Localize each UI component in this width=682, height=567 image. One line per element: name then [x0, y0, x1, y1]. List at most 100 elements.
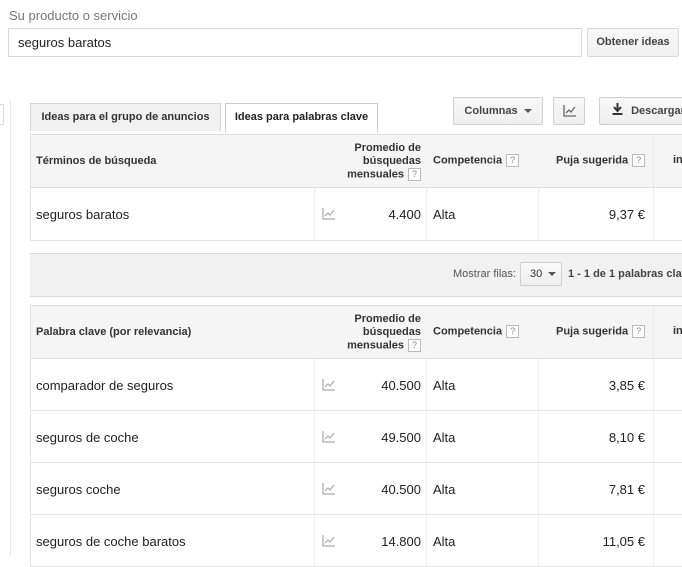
competition-value: Alta: [433, 207, 456, 222]
column-divider: [653, 306, 654, 358]
column-divider: [538, 359, 539, 410]
left-frame-line: [10, 100, 11, 556]
header-bid-label: Puja sugerida: [556, 325, 629, 338]
column-divider: [538, 188, 539, 240]
table-row[interactable]: comparador de seguros 40.500 Alta 3,85 €: [31, 359, 682, 411]
header-avg-monthly-searches[interactable]: Promedio de búsquedas mensuales?: [331, 313, 421, 352]
header-keyword-relevance[interactable]: Palabra clave (por relevancia): [36, 326, 191, 338]
header-avg-line3: mensuales: [347, 339, 404, 352]
download-button[interactable]: Descargar: [599, 97, 682, 125]
table-row[interactable]: seguros de coche 49.500 Alta 8,10 €: [31, 411, 682, 463]
column-divider: [653, 359, 654, 410]
header-competition-label: Competencia: [433, 325, 503, 338]
keyword-text: comparador de seguros: [36, 378, 174, 393]
table-row[interactable]: seguros de coche baratos 14.800 Alta 11,…: [31, 515, 682, 567]
header-bid-label: Puja sugerida: [556, 154, 629, 167]
table-row[interactable]: seguros baratos 4.400 Alta 9,37 €: [31, 188, 682, 241]
help-icon[interactable]: ?: [506, 325, 520, 338]
column-divider: [538, 463, 539, 514]
competition-value: Alta: [433, 534, 456, 549]
header-competition[interactable]: Competencia?: [433, 154, 520, 167]
column-divider: [426, 359, 427, 410]
product-search-input[interactable]: seguros baratos: [8, 28, 582, 57]
competition-value: Alta: [433, 430, 456, 445]
column-divider: [653, 515, 654, 566]
suggested-bid-value: 3,85 €: [608, 378, 645, 393]
suggested-bid-value: 7,81 €: [608, 482, 645, 497]
column-divider: [314, 515, 315, 566]
chevron-down-icon: [523, 109, 532, 114]
download-label: Descargar: [631, 105, 682, 117]
header-avg-line2: búsquedas: [362, 155, 421, 167]
chart-button[interactable]: [553, 97, 585, 125]
column-divider: [426, 188, 427, 240]
header-competition[interactable]: Competencia?: [433, 325, 520, 338]
columns-button[interactable]: Columnas: [453, 97, 543, 125]
suggested-bid-value: 8,10 €: [608, 430, 645, 445]
help-icon[interactable]: ?: [506, 154, 520, 167]
keyword-text: seguros de coche baratos: [36, 534, 186, 549]
tab-keyword-ideas[interactable]: Ideas para palabras clave: [225, 103, 378, 133]
header-cut-column[interactable]: in: [673, 325, 682, 337]
keyword-text: seguros coche: [36, 482, 121, 497]
download-icon: [612, 103, 623, 115]
help-icon[interactable]: ?: [408, 339, 421, 352]
header-search-terms[interactable]: Términos de búsqueda: [36, 155, 156, 167]
pagination-bar: Mostrar filas: 30 1 - 1 de 1 palabras cl…: [30, 253, 682, 297]
competition-value: Alta: [433, 482, 456, 497]
search-terms-table: Términos de búsqueda Promedio de búsqued…: [30, 134, 682, 241]
column-divider: [653, 188, 654, 240]
help-icon[interactable]: ?: [408, 168, 421, 181]
trend-chart-icon[interactable]: [322, 535, 336, 547]
suggested-bid-value: 11,05 €: [602, 534, 645, 549]
column-divider: [538, 515, 539, 566]
table-header: Términos de búsqueda Promedio de búsqued…: [31, 134, 682, 188]
tab-ad-group-ideas[interactable]: Ideas para el grupo de anuncios: [30, 103, 221, 131]
column-divider: [314, 411, 315, 462]
get-ideas-button[interactable]: Obtener ideas: [587, 28, 679, 57]
header-cut-column[interactable]: in: [673, 154, 682, 166]
header-suggested-bid[interactable]: Puja sugerida?: [556, 325, 646, 338]
avg-searches-value: 49.500: [381, 430, 421, 445]
column-divider: [653, 135, 654, 187]
column-divider: [314, 188, 315, 240]
trend-chart-icon[interactable]: [322, 483, 336, 495]
header-avg-monthly-searches[interactable]: Promedio de búsquedas mensuales?: [331, 142, 421, 181]
column-divider: [426, 515, 427, 566]
keyword-text: seguros baratos: [36, 207, 130, 222]
column-divider: [426, 463, 427, 514]
avg-searches-value: 4.400: [388, 207, 421, 222]
rows-per-page-value: 30: [530, 268, 543, 280]
header-suggested-bid[interactable]: Puja sugerida?: [556, 154, 646, 167]
table-row[interactable]: seguros coche 40.500 Alta 7,81 €: [31, 463, 682, 515]
column-divider: [653, 463, 654, 514]
column-divider: [426, 411, 427, 462]
table-header: Palabra clave (por relevancia) Promedio …: [31, 305, 682, 359]
competition-value: Alta: [433, 378, 456, 393]
header-avg-line2: búsquedas: [362, 326, 421, 338]
chart-icon: [563, 105, 576, 117]
trend-chart-icon[interactable]: [322, 208, 336, 220]
header-avg-line1: Promedio de: [354, 313, 421, 325]
column-divider: [314, 359, 315, 410]
avg-searches-value: 40.500: [381, 482, 421, 497]
header-avg-line3: mensuales: [347, 168, 404, 181]
rows-per-page-label: Mostrar filas:: [453, 268, 516, 280]
trend-chart-icon[interactable]: [322, 431, 336, 443]
suggested-bid-value: 9,37 €: [608, 207, 645, 222]
pagination-range: 1 - 1 de 1 palabras clav: [568, 268, 682, 280]
help-icon[interactable]: ?: [632, 325, 646, 338]
column-divider: [314, 463, 315, 514]
product-service-label: Su producto o servicio: [9, 8, 138, 23]
left-panel-edge: [0, 104, 4, 125]
avg-searches-value: 14.800: [381, 534, 421, 549]
trend-chart-icon[interactable]: [322, 379, 336, 391]
column-divider: [538, 411, 539, 462]
help-icon[interactable]: ?: [632, 154, 646, 167]
column-divider: [653, 411, 654, 462]
rows-per-page-select[interactable]: 30: [520, 262, 562, 286]
columns-label: Columnas: [464, 105, 518, 117]
avg-searches-value: 40.500: [381, 378, 421, 393]
header-avg-line1: Promedio de: [354, 142, 421, 154]
chevron-down-icon: [548, 272, 557, 277]
